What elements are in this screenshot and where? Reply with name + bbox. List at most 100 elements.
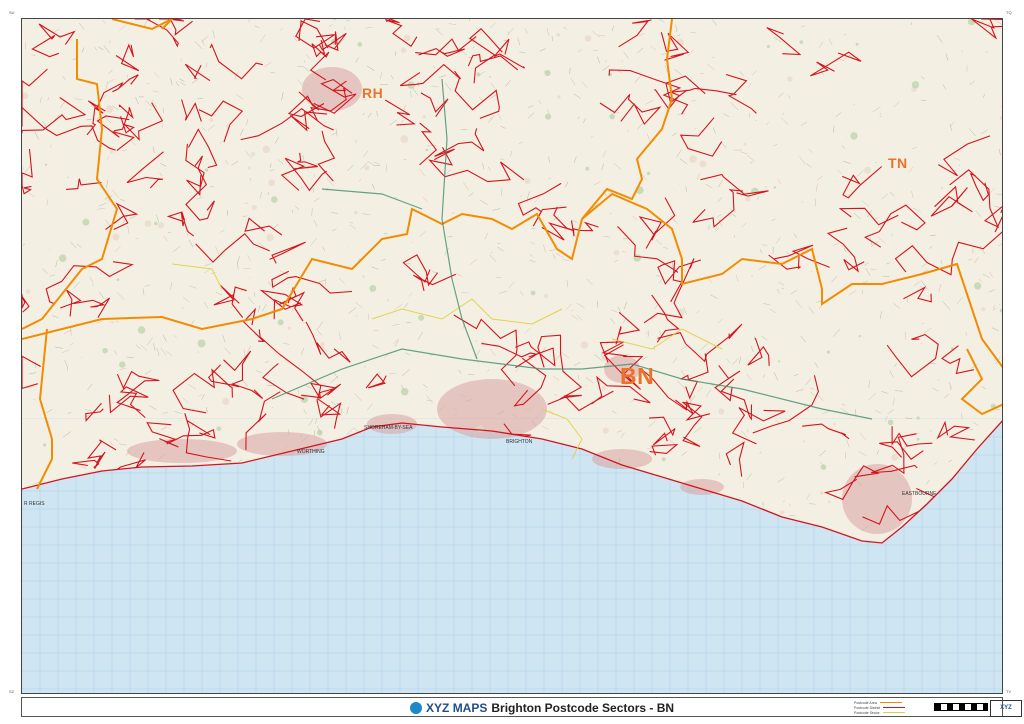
- brand-name-maps: MAPS: [452, 701, 488, 715]
- area-label-rh[interactable]: RH: [362, 85, 383, 101]
- map-detail-patch: [157, 222, 164, 229]
- corner-mark-bottom-left: SZ: [9, 689, 15, 694]
- scale-bar: [934, 703, 988, 711]
- place-label-bognor: R REGIS: [24, 501, 45, 507]
- map-detail-patch: [718, 408, 725, 415]
- map-detail-patch: [929, 429, 933, 432]
- map-detail-patch: [400, 387, 409, 396]
- map-detail-patch: [476, 425, 484, 433]
- map-detail-patch: [369, 284, 377, 292]
- map-detail-patch: [661, 457, 666, 462]
- map-detail-patch: [247, 166, 252, 170]
- map-detail-patch: [787, 76, 793, 82]
- map-detail-patch: [320, 341, 325, 347]
- footer-fine-print-1: [26, 700, 66, 716]
- map-detail-patch: [557, 95, 561, 99]
- map-detail-patch: [584, 35, 592, 42]
- legend-row-sector: Postcode Sector: [854, 710, 926, 715]
- map-detail-patch: [530, 290, 536, 296]
- map-detail-patch: [981, 307, 986, 312]
- map-detail-patch: [646, 171, 651, 176]
- map-canvas: [22, 19, 1002, 693]
- map-detail-patch: [585, 166, 590, 171]
- corner-mark-top-right: TQ: [1006, 10, 1012, 15]
- map-detail-patch: [778, 360, 781, 363]
- map-detail-patch: [820, 491, 824, 495]
- map-detail-patch: [916, 437, 920, 441]
- map-detail-patch: [222, 397, 230, 405]
- map-detail-patch: [266, 233, 274, 242]
- map-detail-patch: [699, 160, 707, 168]
- map-detail-patch: [826, 350, 831, 354]
- map-detail-patch: [109, 150, 114, 154]
- map-detail-patch: [403, 34, 411, 42]
- footer-fine-print-2: [77, 700, 137, 716]
- map-detail-patch: [891, 454, 899, 461]
- map-detail-patch: [973, 282, 982, 290]
- map-detail-patch: [362, 275, 365, 278]
- map-detail-patch: [855, 42, 859, 46]
- map-detail-patch: [609, 113, 615, 120]
- map-detail-patch: [144, 220, 152, 228]
- map-detail-patch: [940, 187, 944, 190]
- area-label-bn[interactable]: BN: [620, 363, 654, 390]
- map-detail-patch: [799, 40, 804, 44]
- map-detail-patch: [216, 426, 222, 432]
- map-detail-patch: [137, 326, 146, 334]
- map-detail-patch: [544, 69, 551, 77]
- map-detail-patch: [357, 42, 363, 47]
- map-detail-patch: [773, 186, 777, 189]
- map-detail-patch: [268, 179, 275, 187]
- map-detail-patch: [580, 341, 589, 349]
- map-detail-patch: [916, 416, 920, 420]
- map-detail-patch: [827, 500, 831, 504]
- map-detail-patch: [602, 427, 609, 434]
- map-detail-patch: [271, 196, 278, 203]
- map-detail-patch: [422, 114, 426, 119]
- map-detail-patch: [204, 168, 209, 172]
- area-label-tn[interactable]: TN: [888, 155, 908, 171]
- map-detail-patch: [44, 163, 48, 166]
- legend-label-sector: Postcode Sector: [854, 710, 880, 715]
- map-detail-patch: [300, 395, 308, 403]
- map-detail-patch: [604, 60, 607, 63]
- map-detail-patch: [277, 319, 284, 326]
- map-detail-patch: [820, 464, 827, 471]
- legend-swatch-district: [883, 706, 906, 709]
- map-detail-patch: [112, 233, 120, 241]
- legend-label-area: Postcode Area: [854, 700, 877, 705]
- map-detail-patch: [353, 210, 358, 215]
- place-label-brighton: BRIGHTON: [506, 439, 533, 445]
- map-detail-patch: [262, 145, 270, 154]
- map-title: Brighton Postcode Sectors - BN: [491, 701, 675, 715]
- map-detail-patch: [82, 218, 90, 226]
- map-detail-patch: [601, 386, 606, 391]
- map-detail-patch: [316, 429, 323, 436]
- legend-label-district: Postcode District: [854, 705, 881, 710]
- map-detail-patch: [364, 165, 370, 171]
- map-detail-patch: [209, 118, 214, 122]
- map-detail-patch: [119, 361, 126, 368]
- map-detail-patch: [418, 314, 425, 321]
- footer-title: XYZ MAPS Brighton Postcode Sectors - BN: [410, 701, 674, 715]
- map-detail-patch: [251, 204, 257, 211]
- corner-mark-bottom-right: TV: [1006, 689, 1012, 694]
- map-detail-patch: [102, 347, 108, 354]
- map-detail-patch: [105, 105, 114, 113]
- globe-logo-icon: [410, 702, 422, 714]
- postcode-map[interactable]: RH TN BN BRIGHTON EASTBOURNE SHOREHAM-BY…: [21, 18, 1003, 694]
- corner-mark-top-left: SU: [9, 10, 15, 15]
- map-detail-patch: [250, 152, 256, 157]
- map-detail-patch: [197, 339, 206, 348]
- map-detail-patch: [545, 113, 552, 120]
- footer-fine-print-3: [144, 700, 239, 716]
- map-detail-patch: [425, 148, 429, 152]
- legend-swatch-area: [879, 701, 902, 704]
- map-detail-patch: [154, 221, 158, 226]
- map-detail-patch: [803, 440, 806, 443]
- map-detail-patch: [116, 278, 120, 281]
- legend-swatch-sector: [882, 711, 905, 714]
- map-footer: XYZ MAPS Brighton Postcode Sectors - BN …: [21, 697, 1022, 717]
- xyz-badge: XYZ: [990, 700, 1022, 717]
- place-label-eastbourne: EASTBOURNE: [902, 491, 937, 497]
